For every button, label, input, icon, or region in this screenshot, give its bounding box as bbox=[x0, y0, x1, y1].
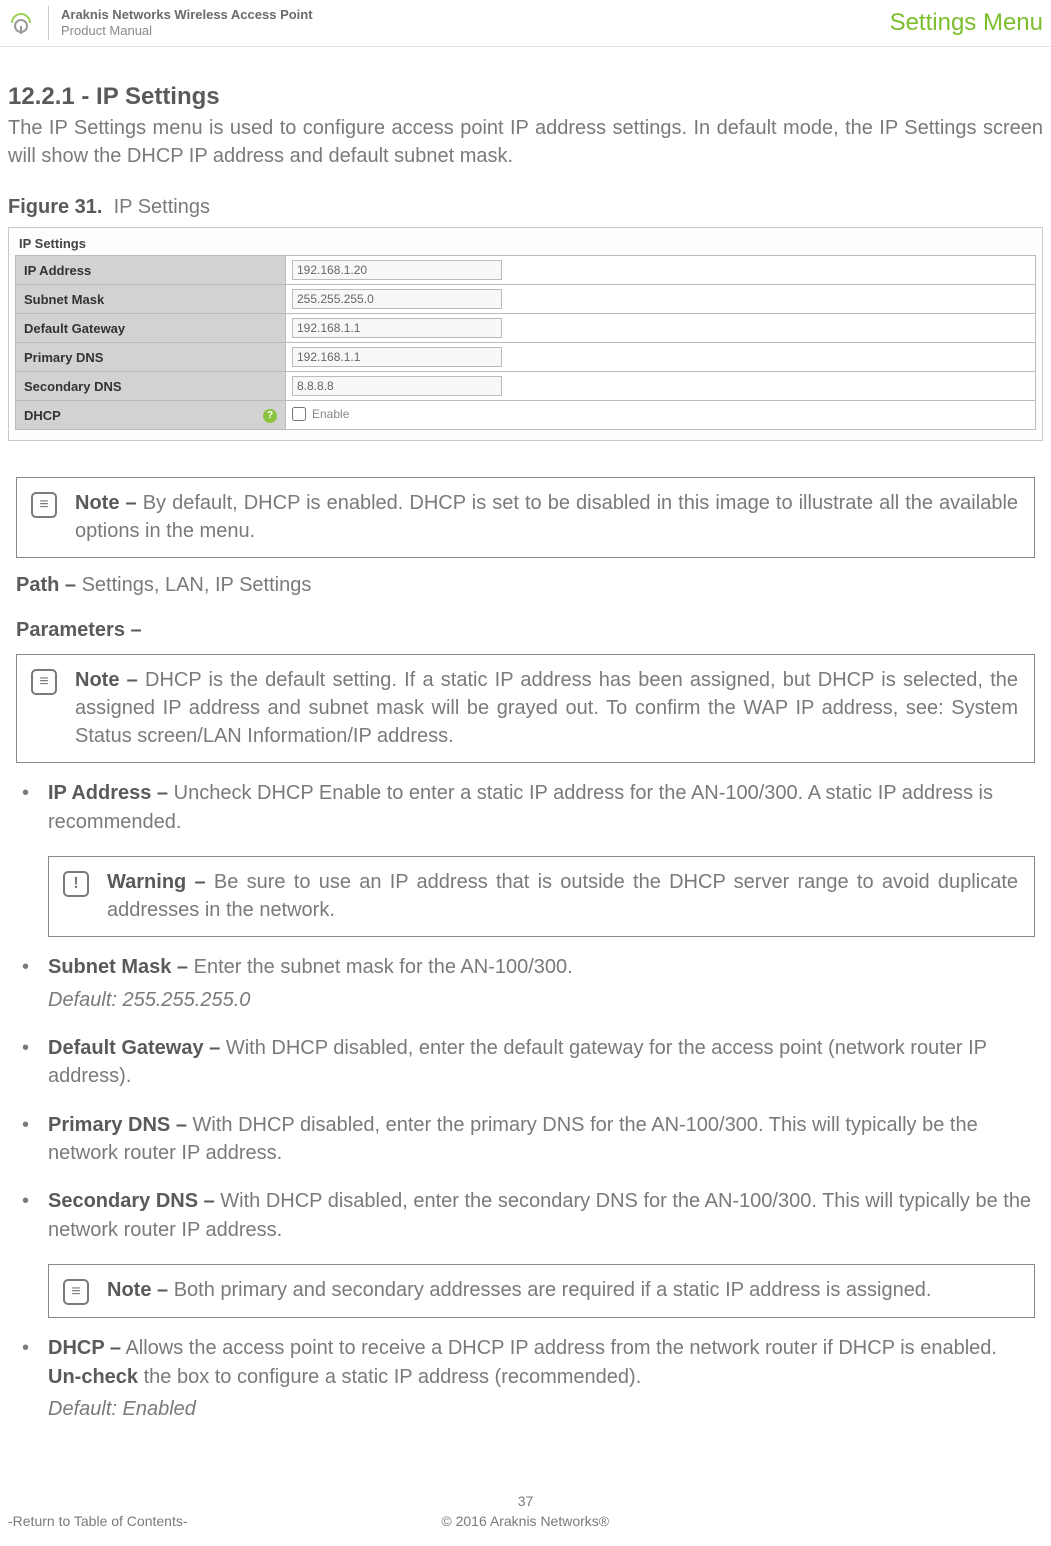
default-gateway-cell bbox=[286, 314, 1036, 343]
copyright: © 2016 Araknis Networks® bbox=[441, 1513, 609, 1529]
ip-address-label: IP Address bbox=[16, 256, 286, 285]
section-heading: 12.2.1 - IP Settings bbox=[8, 83, 1043, 111]
param-pdns-label: Primary DNS – bbox=[48, 1114, 187, 1136]
note-text: Note – DHCP is the default setting. If a… bbox=[75, 667, 1018, 750]
page-content: 12.2.1 - IP Settings The IP Settings men… bbox=[0, 47, 1051, 1453]
ip-settings-screenshot: IP Settings IP Address Subnet Mask Defau… bbox=[8, 227, 1043, 441]
note-icon bbox=[31, 669, 57, 695]
param-subnet-text: Enter the subnet mask for the AN-100/300… bbox=[194, 956, 573, 978]
param-dhcp-uncheck: Un-check bbox=[48, 1366, 138, 1388]
param-gateway-label: Default Gateway – bbox=[48, 1037, 220, 1059]
param-subnet-default: Default: 255.255.255.0 bbox=[48, 986, 1035, 1014]
note-label: Note – bbox=[75, 492, 137, 514]
list-item: Secondary DNS – With DHCP disabled, ente… bbox=[16, 1187, 1035, 1244]
product-title: Araknis Networks Wireless Access Point bbox=[61, 7, 313, 23]
parameters-list: Subnet Mask – Enter the subnet mask for … bbox=[16, 953, 1035, 1244]
primary-dns-input[interactable] bbox=[292, 347, 502, 367]
subnet-mask-cell bbox=[286, 285, 1036, 314]
page-footer: 37 -Return to Table of Contents- © 2016 … bbox=[0, 1493, 1051, 1539]
param-dhcp-default: Default: Enabled bbox=[48, 1395, 1035, 1423]
param-ip-text: Uncheck DHCP Enable to enter a static IP… bbox=[48, 782, 993, 832]
table-row: Primary DNS bbox=[16, 343, 1036, 372]
dhcp-enable-checkbox[interactable] bbox=[292, 407, 306, 421]
divider bbox=[48, 6, 49, 40]
note-icon bbox=[63, 1279, 89, 1305]
list-item: Subnet Mask – Enter the subnet mask for … bbox=[16, 953, 1035, 1014]
note-body: Both primary and secondary addresses are… bbox=[174, 1279, 932, 1301]
warning-label: Warning – bbox=[107, 871, 206, 893]
list-item: Primary DNS – With DHCP disabled, enter … bbox=[16, 1111, 1035, 1168]
path-label: Path – bbox=[16, 574, 76, 596]
note-text: Note – By default, DHCP is enabled. DHCP… bbox=[75, 490, 1018, 545]
note-label: Note – bbox=[107, 1279, 168, 1301]
note-body: DHCP is the default setting. If a static… bbox=[75, 669, 1018, 746]
path-line: Path – Settings, LAN, IP Settings bbox=[16, 574, 1035, 597]
header-titles: Araknis Networks Wireless Access Point P… bbox=[61, 7, 313, 40]
secondary-dns-cell bbox=[286, 372, 1036, 401]
primary-dns-label: Primary DNS bbox=[16, 343, 286, 372]
figure-title: IP Settings bbox=[114, 196, 210, 218]
dhcp-enable-control[interactable]: Enable bbox=[292, 407, 349, 421]
brand-logo-icon bbox=[6, 8, 36, 38]
table-row: Secondary DNS bbox=[16, 372, 1036, 401]
note-box: Note – DHCP is the default setting. If a… bbox=[16, 654, 1035, 763]
param-dhcp-text-b: the box to configure a static IP address… bbox=[138, 1366, 641, 1388]
ip-address-input[interactable] bbox=[292, 260, 502, 280]
param-subnet-label: Subnet Mask – bbox=[48, 956, 188, 978]
parameters-list: DHCP – Allows the access point to receiv… bbox=[16, 1334, 1035, 1423]
default-gateway-label: Default Gateway bbox=[16, 314, 286, 343]
section-intro: The IP Settings menu is used to configur… bbox=[8, 115, 1043, 170]
table-row: Subnet Mask bbox=[16, 285, 1036, 314]
product-subtitle: Product Manual bbox=[61, 23, 313, 39]
dhcp-cell: Enable bbox=[286, 401, 1036, 430]
help-icon[interactable]: ? bbox=[263, 409, 277, 423]
note-text: Note – Both primary and secondary addres… bbox=[107, 1277, 932, 1305]
dhcp-label: DHCP ? bbox=[16, 401, 286, 430]
footer-row: -Return to Table of Contents- © 2016 Ara… bbox=[8, 1513, 1043, 1529]
param-pdns-text: With DHCP disabled, enter the primary DN… bbox=[48, 1114, 978, 1164]
return-to-toc-link[interactable]: -Return to Table of Contents- bbox=[8, 1513, 188, 1529]
ip-settings-table: IP Address Subnet Mask Default Gateway P… bbox=[15, 255, 1036, 430]
list-item: DHCP – Allows the access point to receiv… bbox=[16, 1334, 1035, 1423]
secondary-dns-input[interactable] bbox=[292, 376, 502, 396]
param-ip-label: IP Address – bbox=[48, 782, 168, 804]
warning-text: Warning – Be sure to use an IP address t… bbox=[107, 869, 1018, 924]
ip-settings-panel-title: IP Settings bbox=[19, 236, 1036, 251]
page-header: Araknis Networks Wireless Access Point P… bbox=[0, 0, 1051, 47]
subnet-mask-label: Subnet Mask bbox=[16, 285, 286, 314]
table-row: Default Gateway bbox=[16, 314, 1036, 343]
param-dhcp-text-a: Allows the access point to receive a DHC… bbox=[125, 1337, 997, 1359]
warning-box: Warning – Be sure to use an IP address t… bbox=[48, 856, 1035, 937]
parameters-heading: Parameters – bbox=[16, 619, 1035, 642]
warning-body: Be sure to use an IP address that is out… bbox=[107, 871, 1018, 921]
header-left: Araknis Networks Wireless Access Point P… bbox=[6, 6, 313, 40]
param-dhcp-label: DHCP – bbox=[48, 1337, 121, 1359]
parameters-list: IP Address – Uncheck DHCP Enable to ente… bbox=[16, 779, 1035, 836]
settings-menu-label: Settings Menu bbox=[890, 9, 1043, 37]
note-label: Note – bbox=[75, 669, 138, 691]
figure-caption: Figure 31. IP Settings bbox=[8, 196, 1043, 219]
table-row: IP Address bbox=[16, 256, 1036, 285]
dhcp-label-text: DHCP bbox=[24, 408, 61, 423]
dhcp-enable-label: Enable bbox=[312, 407, 349, 421]
primary-dns-cell bbox=[286, 343, 1036, 372]
warning-icon bbox=[63, 871, 89, 897]
table-row: DHCP ? Enable bbox=[16, 401, 1036, 430]
note-box: Note – By default, DHCP is enabled. DHCP… bbox=[16, 477, 1035, 558]
list-item: IP Address – Uncheck DHCP Enable to ente… bbox=[16, 779, 1035, 836]
param-sdns-label: Secondary DNS – bbox=[48, 1190, 215, 1212]
ip-address-cell bbox=[286, 256, 1036, 285]
note-box: Note – Both primary and secondary addres… bbox=[48, 1264, 1035, 1318]
secondary-dns-label: Secondary DNS bbox=[16, 372, 286, 401]
figure-label: Figure 31. bbox=[8, 196, 102, 218]
list-item: Default Gateway – With DHCP disabled, en… bbox=[16, 1034, 1035, 1091]
path-value: Settings, LAN, IP Settings bbox=[82, 574, 312, 596]
default-gateway-input[interactable] bbox=[292, 318, 502, 338]
note-icon bbox=[31, 492, 57, 518]
note-body: By default, DHCP is enabled. DHCP is set… bbox=[75, 492, 1018, 542]
page-number: 37 bbox=[8, 1493, 1043, 1509]
subnet-mask-input[interactable] bbox=[292, 289, 502, 309]
